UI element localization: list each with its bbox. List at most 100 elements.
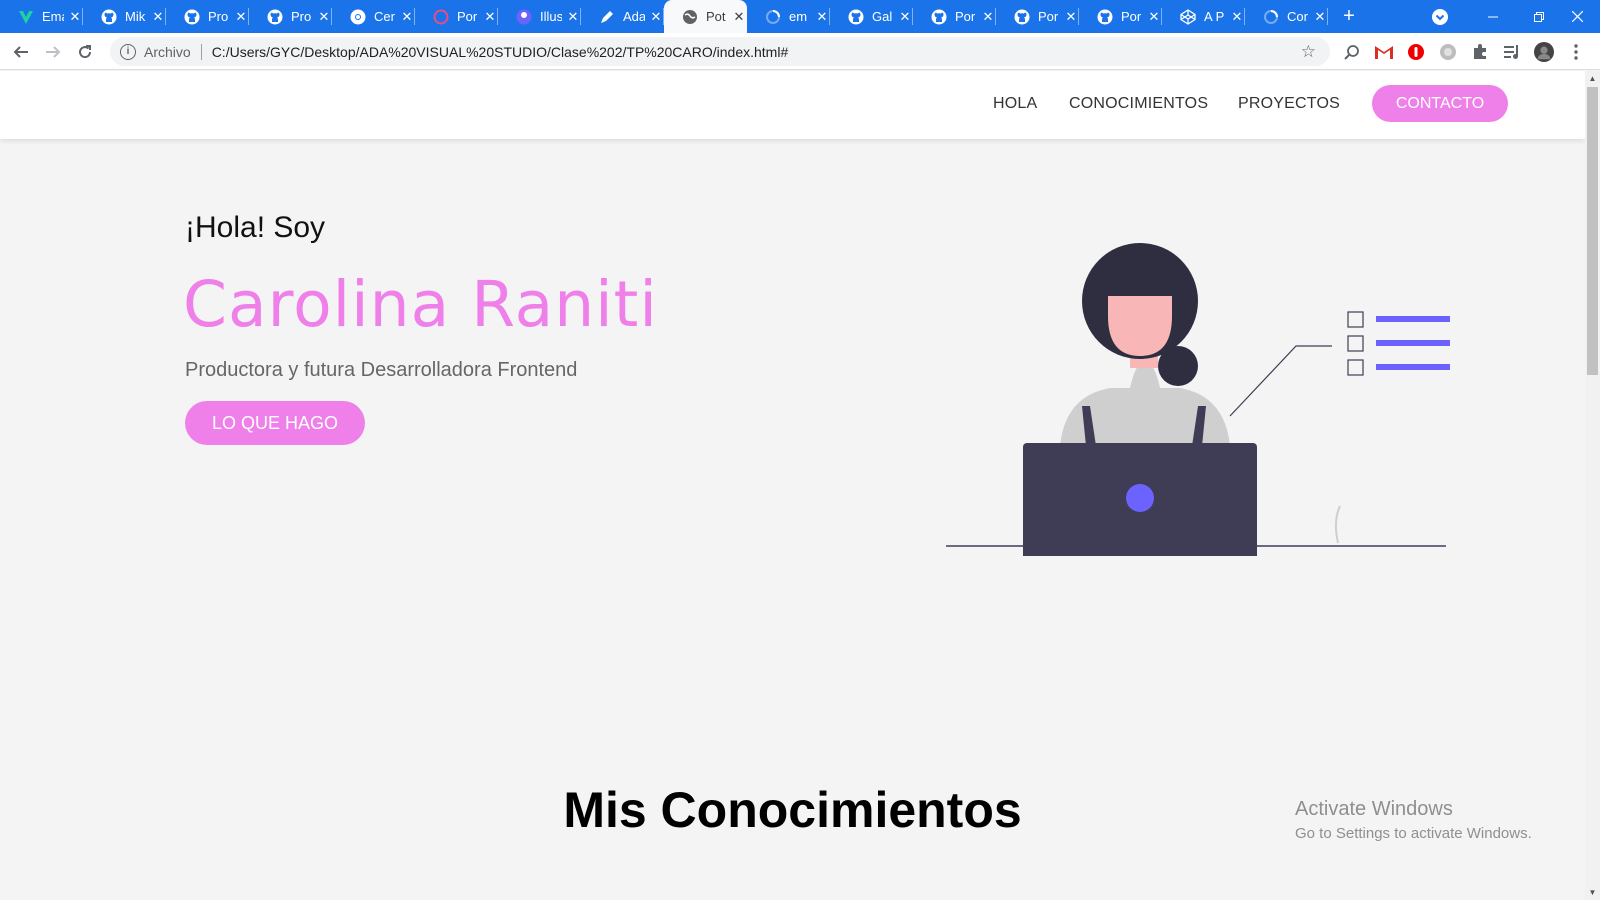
- tab-title: Por: [1121, 9, 1142, 24]
- vuetify-icon: [18, 9, 34, 25]
- scroll-up-arrow-icon[interactable]: ▲: [1585, 71, 1600, 86]
- activate-windows-line1: Activate Windows: [1295, 798, 1453, 820]
- browser-tab[interactable]: Pro ✕: [166, 0, 249, 33]
- browser-tab[interactable]: Por ✕: [415, 0, 498, 33]
- close-window-icon[interactable]: [1554, 0, 1600, 33]
- browser-menu-icon[interactable]: [1566, 42, 1586, 62]
- globe-icon: [682, 9, 698, 25]
- hero-name: Carolina Raniti: [183, 268, 658, 341]
- chrome-icon: [350, 9, 366, 25]
- browser-tab[interactable]: Gal ✕: [830, 0, 913, 33]
- nav-link-proyectos[interactable]: PROYECTOS: [1238, 95, 1340, 113]
- new-tab-button[interactable]: +: [1334, 0, 1364, 33]
- browser-toolbar: i Archivo C:/Users/GYC/Desktop/ADA%20VIS…: [0, 33, 1600, 70]
- tab-title: Illus: [540, 9, 562, 24]
- tab-title: Mik: [125, 9, 146, 24]
- minimize-icon[interactable]: [1470, 0, 1516, 33]
- browser-tab[interactable]: Por ✕: [996, 0, 1079, 33]
- page-scrollbar[interactable]: ▲ ▼: [1585, 71, 1600, 900]
- address-bar[interactable]: i Archivo C:/Users/GYC/Desktop/ADA%20VIS…: [110, 37, 1330, 66]
- tab-title: Cor: [1287, 9, 1308, 24]
- nav-link-hola[interactable]: HOLA: [993, 95, 1037, 113]
- tab-close-icon[interactable]: ✕: [1230, 9, 1244, 25]
- tab-close-icon[interactable]: ✕: [649, 9, 663, 25]
- nav-link-conocimientos[interactable]: CONOCIMIENTOS: [1069, 95, 1208, 113]
- tab-title: Cer: [374, 9, 395, 24]
- activate-windows-watermark: Activate Windows Go to Settings to activ…: [1295, 798, 1532, 842]
- browser-tab[interactable]: Illus ✕: [498, 0, 581, 33]
- tab-close-icon[interactable]: ✕: [898, 9, 912, 25]
- github-icon: [931, 9, 947, 25]
- laptop-logo: [1126, 484, 1154, 512]
- checkbox-2: [1347, 335, 1364, 352]
- tab-title: Por: [1038, 9, 1059, 24]
- tab-title: Por: [955, 9, 976, 24]
- woman-laptop-illustration: [946, 243, 1450, 556]
- back-icon[interactable]: [10, 41, 32, 63]
- tab-close-icon[interactable]: ✕: [234, 9, 248, 25]
- browser-tab[interactable]: Por ✕: [913, 0, 996, 33]
- address-url[interactable]: C:/Users/GYC/Desktop/ADA%20VISUAL%20STUD…: [212, 44, 789, 60]
- tab-close-icon[interactable]: ✕: [815, 9, 829, 25]
- tab-title: A P: [1204, 9, 1225, 24]
- scroll-thumb[interactable]: [1587, 87, 1598, 375]
- tab-close-icon[interactable]: ✕: [1313, 9, 1327, 25]
- profile-avatar[interactable]: [1534, 42, 1554, 62]
- tab-close-icon[interactable]: ✕: [317, 9, 331, 25]
- dribbble-icon: [433, 9, 449, 25]
- tab-strip: Ema✕Mik✕Pro✕Pro✕Cer✕Por✕Illus✕Ada✕Pot✕em…: [0, 0, 1600, 33]
- media-queue-icon[interactable]: [1502, 42, 1522, 62]
- bookmark-star-icon[interactable]: ☆: [1301, 42, 1316, 62]
- browser-tab[interactable]: Pro ✕: [249, 0, 332, 33]
- reload-icon[interactable]: [74, 41, 96, 63]
- info-icon[interactable]: i: [120, 43, 136, 60]
- browser-tab[interactable]: Cer ✕: [332, 0, 415, 33]
- hair-bun: [1158, 346, 1198, 386]
- extension-grey-icon[interactable]: [1438, 42, 1458, 62]
- tab-close-icon[interactable]: ✕: [483, 9, 497, 25]
- forward-icon[interactable]: [42, 41, 64, 63]
- browser-tab[interactable]: em ✕: [747, 0, 830, 33]
- face: [1108, 296, 1172, 356]
- lo-que-hago-button[interactable]: LO QUE HAGO: [185, 401, 365, 445]
- puzzle-extensions-icon[interactable]: [1470, 42, 1490, 62]
- tab-search-icon[interactable]: [1425, 0, 1455, 33]
- adblock-icon[interactable]: [1406, 42, 1426, 62]
- browser-tab[interactable]: Cor ✕: [1245, 0, 1328, 33]
- checkbox-1: [1347, 311, 1364, 328]
- site-navbar: HOLA CONOCIMIENTOS PROYECTOS CONTACTO: [0, 71, 1585, 139]
- browser-tab[interactable]: Pot ✕: [664, 0, 747, 33]
- checklist-line-1: [1376, 316, 1450, 322]
- checklist-line-2: [1376, 340, 1450, 346]
- checklist-line-3: [1376, 364, 1450, 370]
- pen-icon: [599, 9, 615, 25]
- browser-tab[interactable]: A P ✕: [1162, 0, 1245, 33]
- steam: [1334, 505, 1341, 544]
- zoom-search-icon[interactable]: [1342, 42, 1362, 62]
- github-icon: [848, 9, 864, 25]
- browser-tab[interactable]: Ema ✕: [0, 0, 83, 33]
- tab-close-icon[interactable]: ✕: [732, 9, 746, 25]
- gmail-icon[interactable]: [1374, 42, 1394, 62]
- browser-tab[interactable]: Ada ✕: [581, 0, 664, 33]
- tab-close-icon[interactable]: ✕: [400, 9, 414, 25]
- tab-close-icon[interactable]: ✕: [151, 9, 165, 25]
- browser-tab[interactable]: Mik ✕: [83, 0, 166, 33]
- tab-close-icon[interactable]: ✕: [1147, 9, 1161, 25]
- github-icon: [101, 9, 117, 25]
- browser-tab[interactable]: Por ✕: [1079, 0, 1162, 33]
- tab-close-icon[interactable]: ✕: [1064, 9, 1078, 25]
- hero-subtitle: Productora y futura Desarrolladora Front…: [185, 359, 578, 381]
- scroll-down-arrow-icon[interactable]: ▼: [1585, 885, 1600, 900]
- tab-title: Pro: [291, 9, 312, 24]
- tab-title: Por: [457, 9, 478, 24]
- tab-close-icon[interactable]: ✕: [68, 9, 82, 25]
- checkbox-3: [1347, 359, 1364, 376]
- codepen-icon: [1180, 8, 1196, 25]
- tab-close-icon[interactable]: ✕: [981, 9, 995, 25]
- tab-close-icon[interactable]: ✕: [566, 9, 580, 25]
- hero-greeting: ¡Hola! Soy: [185, 211, 326, 244]
- tab-title: Pro: [208, 9, 229, 24]
- illustration-icon: [516, 9, 532, 25]
- contact-button[interactable]: CONTACTO: [1372, 85, 1508, 122]
